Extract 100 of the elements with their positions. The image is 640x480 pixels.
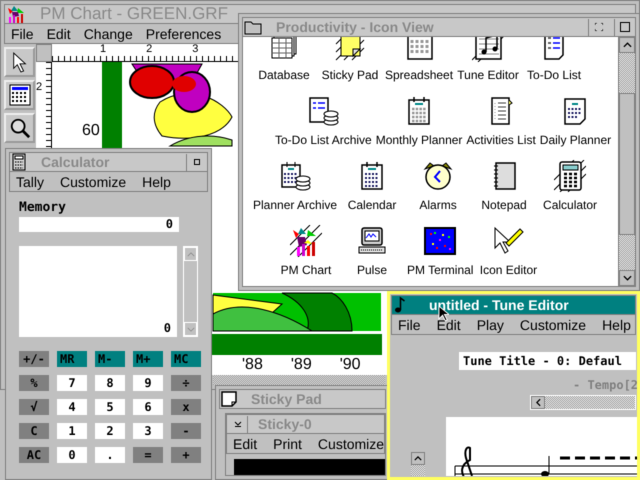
- list-archive-icon[interactable]: [307, 95, 340, 127]
- calculator-key[interactable]: 1: [57, 423, 87, 439]
- scrollbar-track[interactable]: [618, 37, 635, 286]
- window-title: Sticky Pad: [250, 391, 322, 407]
- icon-label[interactable]: Spreadsheet: [385, 68, 454, 82]
- scrollbar-track[interactable]: [213, 375, 385, 385]
- calculator-key[interactable]: 3: [133, 423, 163, 439]
- calculator-icon[interactable]: [11, 153, 27, 171]
- icon-label[interactable]: Activities List: [466, 133, 536, 147]
- chevron-up-icon: [186, 252, 194, 256]
- icon-label[interactable]: To-Do List: [527, 68, 582, 82]
- folder-icon[interactable]: [244, 19, 262, 35]
- menu-item[interactable]: Help: [142, 174, 171, 190]
- menu-item[interactable]: Customize: [318, 436, 384, 452]
- scroll-up-button[interactable]: [619, 37, 635, 53]
- window-title: Productivity - Icon View: [275, 19, 434, 35]
- scroll-up-button[interactable]: [411, 452, 425, 465]
- chart-icon[interactable]: [290, 225, 322, 257]
- calculator-key[interactable]: =: [133, 447, 163, 463]
- calculator-key[interactable]: -: [171, 423, 201, 439]
- icon-label[interactable]: Daily Planner: [540, 133, 612, 147]
- calculator-key[interactable]: 0: [57, 447, 87, 463]
- calculator-key[interactable]: x: [171, 399, 201, 415]
- icon-label[interactable]: Alarms: [419, 198, 457, 212]
- menu-item[interactable]: Edit: [436, 316, 461, 332]
- calculator-icon[interactable]: [554, 160, 586, 192]
- chevron-left-icon: [536, 398, 540, 407]
- music-notes-icon[interactable]: [472, 37, 504, 62]
- calculator-key[interactable]: MC: [171, 351, 201, 367]
- menu-item[interactable]: File: [398, 316, 421, 332]
- calendar-archive-icon[interactable]: [279, 160, 312, 192]
- icon-label[interactable]: Sticky Pad: [322, 68, 378, 82]
- scroll-left-button[interactable]: [531, 396, 545, 409]
- icon-label[interactable]: Pulse: [356, 263, 388, 277]
- menu-item[interactable]: File: [11, 26, 34, 42]
- calculator-key[interactable]: AC: [19, 447, 49, 463]
- window-title: Sticky-0: [257, 416, 312, 432]
- pointer-tool-button[interactable]: [4, 47, 35, 77]
- grid-tool-button[interactable]: [4, 80, 35, 110]
- menu-item[interactable]: Edit: [46, 26, 71, 42]
- ruler-number: 1: [100, 44, 106, 55]
- scroll-down-button[interactable]: [619, 270, 635, 286]
- calculator-key[interactable]: MR: [57, 351, 87, 367]
- calculator-key[interactable]: M+: [133, 351, 163, 367]
- icon-label[interactable]: Icon Editor: [480, 263, 538, 277]
- tune-title-field[interactable]: Tune Title - 0: Defaul: [459, 352, 636, 370]
- calculator-key[interactable]: +: [171, 447, 201, 463]
- icon-label[interactable]: Notepad: [481, 198, 527, 212]
- calculator-key[interactable]: 5: [95, 399, 125, 415]
- icon-label[interactable]: Calculator: [543, 198, 598, 212]
- chevron-up-icon: [622, 42, 632, 48]
- caret-down-icon: [234, 421, 242, 427]
- menu-item[interactable]: Customize: [520, 316, 586, 332]
- calculator-key[interactable]: √: [19, 399, 49, 415]
- music-note-icon[interactable]: [393, 296, 407, 314]
- icon-label[interactable]: Monthly Planner: [376, 133, 462, 147]
- calculator-key[interactable]: .: [95, 447, 125, 463]
- calculator-key[interactable]: C: [19, 423, 49, 439]
- menu-item[interactable]: Print: [273, 436, 302, 452]
- menu-item[interactable]: Edit: [233, 436, 258, 452]
- note-icon[interactable]: [221, 391, 237, 407]
- icon-label[interactable]: PM Terminal: [407, 263, 474, 277]
- maximize-icon: [620, 22, 630, 32]
- alarm-clock-icon[interactable]: [422, 160, 454, 192]
- calculator-key[interactable]: +/-: [19, 351, 49, 367]
- calculator-grid-icon: [8, 84, 30, 106]
- zoom-tool-button[interactable]: [4, 113, 35, 143]
- ruler-number: 2: [146, 44, 152, 55]
- window-title: PM Chart - GREEN.GRF: [39, 4, 228, 24]
- scrollbar-thumb[interactable]: [619, 93, 635, 235]
- terminal-screen-icon[interactable]: [424, 225, 456, 257]
- scrollbar-track[interactable]: [411, 452, 425, 476]
- memory-field: 0: [19, 217, 179, 232]
- ruler-number: 3: [192, 44, 198, 55]
- axis-label: '88: [242, 356, 263, 374]
- menu-item[interactable]: Help: [602, 316, 631, 332]
- calculator-key[interactable]: %: [19, 375, 49, 391]
- menu-item[interactable]: Play: [476, 316, 504, 332]
- menu-item[interactable]: Change: [84, 26, 133, 42]
- window-title: Calculator: [40, 154, 110, 170]
- icon-label[interactable]: To-Do List Archive: [275, 133, 372, 147]
- sticky-note-icon[interactable]: [334, 37, 366, 62]
- calculator-key[interactable]: 4: [57, 399, 87, 415]
- axis-label: 60: [82, 122, 100, 140]
- menu-item[interactable]: Customize: [60, 174, 126, 190]
- icon-label[interactable]: Database: [258, 68, 310, 82]
- calculator-key[interactable]: 7: [57, 375, 87, 391]
- chevron-down-icon: [186, 326, 194, 332]
- calculator-key[interactable]: 9: [133, 375, 163, 391]
- icon-label[interactable]: Calendar: [348, 198, 396, 212]
- calculator-key[interactable]: 6: [133, 399, 163, 415]
- calculator-key[interactable]: ÷: [171, 375, 201, 391]
- calculator-key[interactable]: M-: [95, 351, 125, 367]
- calculator-key[interactable]: 2: [95, 423, 125, 439]
- menu-item[interactable]: Preferences: [146, 26, 222, 42]
- icon-label[interactable]: Planner Archive: [253, 198, 338, 212]
- calculator-key[interactable]: 8: [95, 375, 125, 391]
- icon-label[interactable]: PM Chart: [280, 263, 332, 277]
- chart-icon[interactable]: [6, 5, 26, 23]
- icon-label[interactable]: Tune Editor: [457, 68, 519, 82]
